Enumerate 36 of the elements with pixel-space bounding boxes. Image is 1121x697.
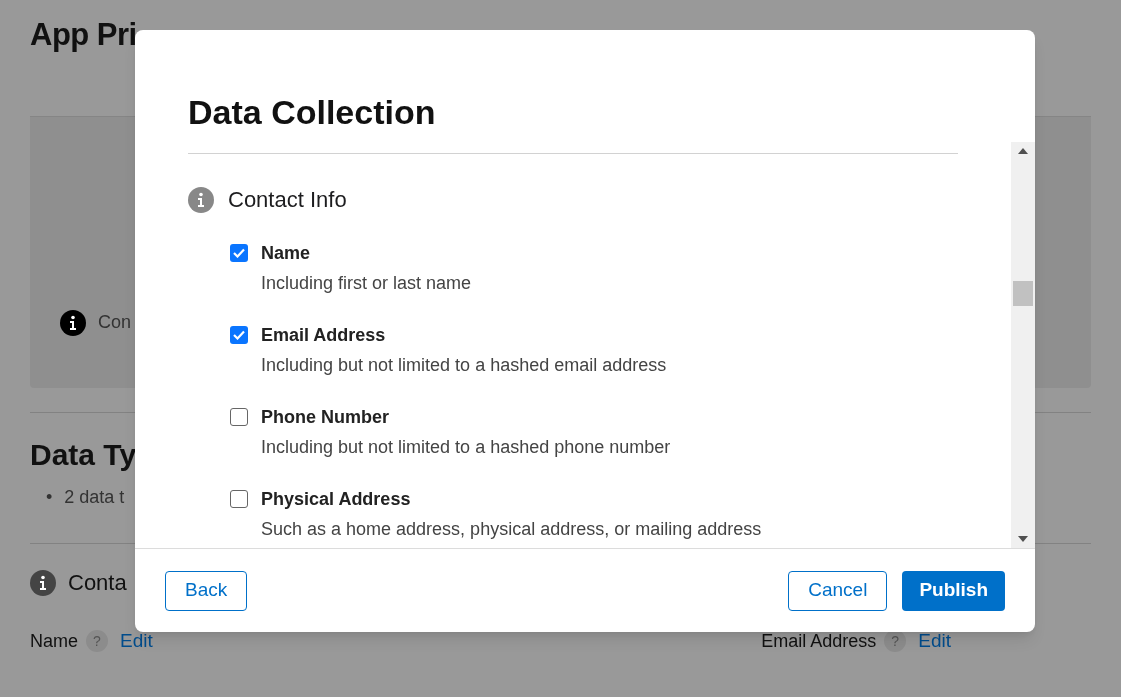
- checkbox[interactable]: [230, 490, 248, 508]
- check-icon: [233, 248, 245, 258]
- item-label: Phone Number: [261, 406, 390, 428]
- info-icon: [30, 569, 56, 596]
- dialog-button[interactable]: Publish: [902, 570, 1005, 611]
- notice-text: Con: [98, 311, 132, 334]
- bullet-item: 2 data t: [64, 486, 125, 509]
- checkbox[interactable]: [230, 408, 248, 426]
- bullet-marker: •: [46, 486, 53, 509]
- check-icon: [233, 330, 245, 340]
- dialog-title: Data Collection: [187, 92, 437, 132]
- page-title: App Pri: [30, 16, 137, 54]
- section-heading: Contact Info: [228, 186, 347, 214]
- category-title: Conta: [68, 569, 127, 597]
- scroll-up-icon[interactable]: [1018, 148, 1028, 154]
- item-description: Including first or last name: [261, 272, 472, 294]
- section-title: Data Ty: [30, 437, 137, 473]
- item-description: Including but not limited to a hashed phone number: [261, 436, 671, 458]
- checkbox[interactable]: [230, 244, 248, 262]
- item-label: Email Address: [261, 324, 387, 346]
- item-label: Name: [261, 242, 312, 264]
- help-icon[interactable]: ?: [86, 630, 108, 653]
- info-icon: [60, 309, 86, 336]
- help-icon[interactable]: ?: [884, 630, 907, 653]
- item-description: Such as a home address, physical address, or mailing address: [261, 518, 762, 540]
- field-label: Name: [30, 629, 78, 653]
- scrollbar[interactable]: [1011, 142, 1035, 548]
- scroll-thumb[interactable]: [1013, 281, 1033, 306]
- info-icon: [188, 186, 214, 213]
- dialog-button[interactable]: Back: [165, 570, 248, 611]
- scroll-down-icon[interactable]: [1018, 536, 1028, 542]
- checkbox[interactable]: [230, 326, 248, 344]
- field-label: Email Address: [761, 629, 877, 653]
- item-label: Physical Address: [261, 488, 412, 510]
- dialog-button[interactable]: Cancel: [788, 570, 888, 611]
- item-description: Including but not limited to a hashed email address: [261, 354, 667, 376]
